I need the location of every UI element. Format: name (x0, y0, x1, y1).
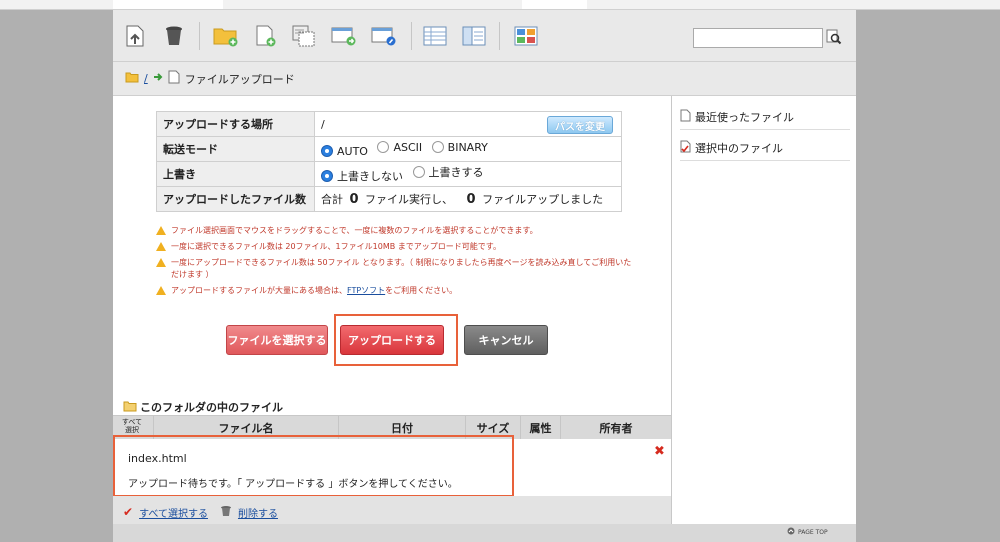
column-owner[interactable]: 所有者 (560, 416, 671, 440)
mode-option-label: BINARY (447, 140, 488, 154)
overwrite-cell: 上書きしない 上書きする (314, 161, 622, 187)
mode-radio-auto[interactable]: AUTO (321, 145, 368, 158)
uploaded-count-label: アップロードしたファイル数 (156, 186, 315, 212)
toolbar-divider (411, 22, 412, 50)
transfer-mode-cell: AUTO ASCII BINARY (314, 136, 622, 162)
breadcrumb: / ファイルアップロード (113, 62, 856, 96)
tab-segment (522, 0, 587, 9)
breadcrumb-root-link[interactable]: / (144, 72, 148, 85)
overwrite-label: 上書き (156, 161, 315, 187)
location-label: アップロードする場所 (156, 111, 315, 137)
copy-icon[interactable] (290, 22, 318, 50)
note-text: アップロードするファイルが大量にある場合は、FTPソフトをご利用ください。 (171, 285, 457, 297)
checkmark-icon: ✔ (123, 505, 134, 519)
breadcrumb-current: ファイルアップロード (184, 72, 295, 86)
select-all-link[interactable]: すべて選択する (139, 505, 208, 520)
rename-icon[interactable] (370, 22, 398, 50)
right-panel: 最近使ったファイル 選択中のファイル (671, 96, 856, 542)
warning-icon (156, 242, 166, 251)
select-files-button[interactable]: ファイルを選択する (226, 325, 328, 355)
warning-icon (156, 226, 166, 235)
thumbnail-view-icon[interactable] (512, 22, 540, 50)
count-uploaded-value: 0 (466, 192, 476, 207)
warning-icon (156, 286, 166, 295)
radio-selected-icon (321, 145, 333, 157)
main-content: アップロードする場所 / パスを変更 転送モード AUTO ASCII BINA… (113, 96, 671, 542)
page-top-label: PAGE TOP (798, 528, 828, 536)
count-uploaded-suffix: ファイルアップしました (482, 193, 604, 206)
new-file-icon[interactable] (252, 22, 280, 50)
page-top-button[interactable]: PAGE TOP (787, 527, 828, 537)
overwrite-radio-no[interactable]: 上書きしない (321, 168, 403, 184)
selected-files-item[interactable]: 選択中のファイル (680, 135, 850, 161)
warning-icon (156, 258, 166, 267)
ftp-note-suffix: をご利用ください。 (385, 286, 458, 295)
ftp-soft-link[interactable]: FTPソフト (347, 286, 385, 295)
count-exec-value: 0 (349, 192, 359, 207)
trash-icon[interactable] (160, 22, 188, 50)
note-item: ファイル選択画面でマウスをドラッグすることで、一度に複数のファイルを選択すること… (156, 225, 636, 237)
recent-files-label: 最近使ったファイル (695, 110, 794, 124)
note-item: 一度に選択できるファイル数は 20ファイル、1ファイル10MB までアップロード… (156, 241, 636, 253)
toolbar-divider (199, 22, 200, 50)
browser-tab-strip (0, 0, 1000, 10)
ftp-note-prefix: アップロードするファイルが大量にある場合は、 (171, 286, 347, 295)
note-text: 一度にアップロードできるファイル数は 50ファイル となります。（ 制限になりま… (171, 258, 632, 279)
location-value: / (321, 117, 325, 131)
upload-notes: ファイル選択画面でマウスをドラッグすることで、一度に複数のファイルを選択すること… (156, 225, 636, 301)
note-text: 一度に選択できるファイル数は 20ファイル、1ファイル10MB までアップロード… (171, 242, 501, 251)
note-item: 一度にアップロードできるファイル数は 50ファイル となります。（ 制限になりま… (156, 257, 636, 281)
file-row-highlight (113, 435, 514, 497)
cancel-button[interactable]: キャンセル (464, 325, 548, 355)
folder-files-title: このフォルダの中のファイル (123, 399, 283, 415)
note-item: アップロードするファイルが大量にある場合は、FTPソフトをご利用ください。 (156, 285, 636, 297)
overwrite-option-label: 上書きする (428, 166, 484, 179)
search-input[interactable] (693, 28, 823, 48)
file-icon (680, 109, 691, 125)
move-icon[interactable] (330, 22, 358, 50)
upload-settings-table: アップロードする場所 / パスを変更 転送モード AUTO ASCII BINA… (156, 111, 622, 212)
new-folder-icon[interactable] (212, 22, 240, 50)
mode-option-label: AUTO (337, 144, 368, 158)
count-prefix: 合計 (321, 193, 343, 206)
transfer-mode-label: 転送モード (156, 136, 315, 162)
overwrite-radio-yes[interactable]: 上書きする (412, 164, 484, 180)
page-top-icon (787, 527, 795, 537)
detail-view-icon[interactable] (460, 22, 488, 50)
selected-files-label: 選択中のファイル (695, 141, 783, 155)
list-view-icon[interactable] (421, 22, 449, 50)
radio-empty-icon (412, 166, 425, 178)
remove-file-icon[interactable]: ✖ (654, 444, 665, 459)
file-manager-app: / ファイルアップロード アップロードする場所 / パスを変更 転送モード AU… (113, 10, 856, 542)
toolbar-divider (499, 22, 500, 50)
arrow-right-icon (153, 72, 163, 85)
folder-files-title-text: このフォルダの中のファイル (140, 401, 283, 414)
mode-radio-ascii[interactable]: ASCII (377, 141, 422, 154)
upload-button[interactable]: アップロードする (340, 325, 444, 355)
count-exec-suffix: ファイル実行し、 (365, 193, 454, 206)
recent-files-item[interactable]: 最近使ったファイル (680, 104, 850, 130)
search-icon[interactable] (826, 29, 842, 45)
trash-icon (220, 505, 232, 520)
radio-selected-icon (321, 170, 333, 182)
folder-icon (123, 400, 137, 415)
change-path-button[interactable]: パスを変更 (547, 116, 613, 134)
tab-segment (113, 0, 223, 9)
mode-radio-binary[interactable]: BINARY (431, 140, 488, 154)
toolbar (113, 10, 856, 62)
file-icon (168, 70, 180, 87)
footer: PAGE TOP (113, 524, 856, 542)
delete-link[interactable]: 削除する (238, 505, 278, 520)
overwrite-option-label: 上書きしない (337, 170, 403, 183)
location-cell: / パスを変更 (314, 111, 622, 137)
mode-option-label: ASCII (393, 140, 423, 154)
note-text: ファイル選択画面でマウスをドラッグすることで、一度に複数のファイルを選択すること… (171, 226, 538, 235)
radio-empty-icon (377, 141, 390, 153)
column-attribute[interactable]: 属性 (520, 416, 560, 440)
uploaded-count-cell: 合計 0 ファイル実行し、 0 ファイルアップしました (314, 186, 622, 212)
upload-arrow-icon[interactable] (121, 22, 149, 50)
folder-icon (125, 71, 139, 86)
radio-empty-icon (431, 141, 444, 153)
selected-file-icon (680, 140, 691, 156)
